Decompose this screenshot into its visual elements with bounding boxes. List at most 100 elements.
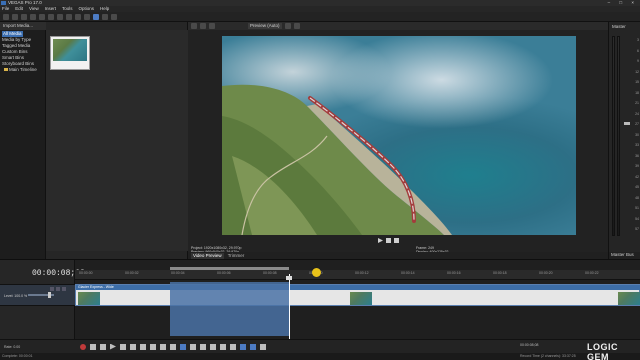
mute-icon[interactable] [50,287,54,291]
close-button[interactable]: × [631,0,638,5]
db-scale-label: 42 [635,174,639,179]
tab-video-preview[interactable]: Video Preview [191,252,224,259]
channel-watermark: LOGIC GEM [587,342,639,360]
track-list: 00:00:08;08 Level: 100.0 % [0,260,85,340]
db-scale-label: 27 [635,122,639,126]
copy-snapshot-icon[interactable] [284,23,291,29]
normal-edit-tool-icon[interactable] [93,13,99,20]
go-to-end-icon[interactable] [150,343,156,350]
snapping-icon[interactable] [240,343,246,350]
master-meter-right [617,36,620,236]
split-screen-icon[interactable] [200,23,206,29]
loop-region-bar[interactable] [170,267,289,270]
ruler-tick-label: 00:00:06 [217,271,231,275]
previous-frame-icon[interactable] [160,343,166,350]
db-scale-label: 9 [637,59,639,63]
open-icon[interactable] [12,13,18,20]
preview-stop-icon[interactable] [394,238,399,243]
render-icon[interactable] [30,13,36,20]
ruler-tick-label: 00:00:02 [125,271,139,275]
main-toolbar [0,12,640,22]
envelope-edit-tool-icon[interactable] [190,343,196,350]
media-thumbnail[interactable] [50,36,90,70]
video-track-header[interactable]: Level: 100.0 % [0,284,75,306]
cut-icon[interactable] [48,13,54,20]
db-scale-label: 21 [635,101,639,105]
play-from-start-icon[interactable] [100,343,106,350]
tab-master-bus[interactable]: Master Bus [609,252,634,257]
db-scale-label: 24 [635,111,639,116]
undo-icon[interactable] [75,13,81,20]
maximize-button[interactable]: □ [619,0,626,5]
status-right: Record Time (2 channels): 33:37:25 [520,354,576,358]
playhead-flag[interactable] [286,276,292,280]
preview-settings-icon[interactable] [191,23,197,29]
split-icon[interactable] [210,343,216,350]
go-to-start-icon[interactable] [140,343,146,350]
db-scale-label: 12 [635,69,639,74]
overlays-icon[interactable] [209,23,215,29]
selection-tool-icon[interactable] [111,13,117,20]
preview-play-icon[interactable] [378,238,383,243]
play-icon[interactable] [110,343,116,350]
playback-rate[interactable]: Rate: 0.00 [4,344,20,350]
master-bus-tab-bar: Master Bus [609,252,640,259]
import-media-button[interactable]: Import Media... [3,23,33,29]
status-left: Complete: 00:00:01 [2,354,33,358]
stop-icon[interactable] [130,343,136,350]
track-fx-icon[interactable] [62,287,66,291]
record-icon[interactable] [80,343,86,350]
minimize-button[interactable]: – [608,0,615,5]
lock-envelopes-icon[interactable] [260,343,266,350]
timeline-ruler[interactable]: 00:00:00 00:00:02 00:00:04 00:00:06 00:00:08… [75,270,640,280]
pause-icon[interactable] [120,343,126,350]
db-scale-label: 36 [635,153,639,158]
db-scale-label: 57 [635,227,639,231]
new-project-icon[interactable] [3,13,9,20]
track-level-knob[interactable] [48,292,51,298]
copy-icon[interactable] [57,13,63,20]
master-fader[interactable] [624,122,630,125]
auto-ripple-icon[interactable] [250,343,256,350]
bin-main-timeline[interactable]: Main Timeline [4,67,37,73]
folder-icon [4,68,8,71]
selection-edit-tool-icon[interactable] [200,343,206,350]
solo-icon[interactable] [56,287,60,291]
video-track-lane: Glacier Express - Wide [75,284,640,306]
next-frame-icon[interactable] [170,343,176,350]
properties-icon[interactable] [39,13,45,20]
save-icon[interactable] [21,13,27,20]
master-bus-panel: Master Master Bus 3 6 9 12 15 18 21 24 27 30 33 36 3… [608,22,640,259]
save-snapshot-icon[interactable] [293,23,300,29]
db-scale-label: 45 [635,185,639,189]
ruler-tick-label: 00:00:04 [171,271,185,275]
db-scale-label: 30 [635,132,639,137]
ruler-tick-label: 00:00:16 [447,271,461,275]
trim-icon[interactable] [220,343,226,350]
video-frame [222,36,576,235]
timeline-cursor[interactable] [289,274,290,340]
video-event-clip[interactable]: Glacier Express - Wide [75,284,640,306]
envelope-tool-icon[interactable] [102,13,108,20]
ruler-tick-label: 00:00:20 [539,271,553,275]
tab-trimmer[interactable]: Trimmer [228,253,245,259]
preview-pause-icon[interactable] [386,238,391,243]
marker-icon[interactable] [230,343,236,350]
clip-thumbnail [78,292,100,305]
import-media-header[interactable]: Import Media... [0,22,46,30]
loop-playback-icon[interactable] [90,343,96,350]
media-content-area [46,30,188,251]
db-scale-label: 3 [637,38,639,42]
redo-icon[interactable] [84,13,90,20]
db-scale-label: 33 [635,143,639,147]
master-label: Master [612,24,626,29]
normal-edit-tool-icon[interactable] [180,343,186,350]
db-scale-label: 48 [635,195,639,200]
db-scale-label: 15 [635,80,639,84]
time-selection-region[interactable] [170,282,289,336]
ruler-tick-label: 00:00:12 [355,271,369,275]
clip-title-bar: Glacier Express - Wide [76,285,640,290]
paste-icon[interactable] [66,13,72,20]
preview-quality-select[interactable]: Preview (Auto) [248,23,282,29]
db-scale-label: 18 [635,90,639,95]
